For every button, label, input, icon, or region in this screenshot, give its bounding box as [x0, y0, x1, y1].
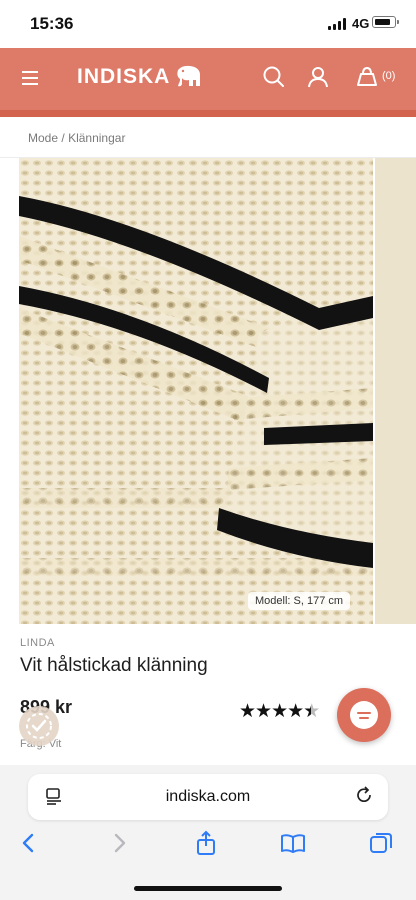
account-icon[interactable]: [305, 64, 331, 90]
header-divider: [0, 110, 416, 117]
product-image[interactable]: [19, 158, 373, 624]
product-name: Vit hålstickad klänning: [20, 655, 208, 676]
cart-icon[interactable]: [354, 64, 380, 90]
search-icon[interactable]: [261, 64, 287, 90]
star-icon: ★: [271, 701, 288, 722]
rating-stars[interactable]: ★★★★★: [239, 700, 320, 723]
breadcrumb: Mode / Klänningar: [28, 131, 125, 145]
star-icon: ★: [287, 701, 304, 722]
sustainability-badge-icon[interactable]: [19, 706, 59, 746]
star-icon: ★: [239, 701, 256, 722]
next-image-preview[interactable]: [375, 158, 416, 624]
cart-count[interactable]: (0): [382, 70, 395, 82]
model-info-badge: Modell: S, 177 cm: [248, 592, 351, 610]
bookmarks-icon[interactable]: [280, 830, 306, 856]
breadcrumb-link-mode[interactable]: Mode: [28, 131, 58, 145]
tabs-icon[interactable]: [368, 830, 394, 856]
site-logo[interactable]: INDISKA: [77, 65, 170, 89]
signal-icon: [328, 18, 346, 30]
breadcrumb-link-klanningar[interactable]: Klänningar: [68, 131, 125, 145]
status-time: 15:36: [30, 14, 74, 33]
half-star-icon: ★: [303, 701, 320, 722]
menu-icon[interactable]: [22, 70, 40, 86]
share-icon[interactable]: [193, 830, 219, 856]
chat-button[interactable]: [337, 688, 391, 742]
knit-fabric-illustration: [19, 158, 373, 624]
network-label: 4G: [352, 16, 370, 31]
breadcrumb-separator: /: [61, 131, 65, 145]
reload-icon[interactable]: [355, 786, 375, 806]
chat-icon: [350, 701, 378, 729]
elephant-logo-icon[interactable]: [172, 64, 204, 88]
forward-icon[interactable]: [106, 830, 132, 856]
battery-icon: [372, 16, 399, 28]
back-icon[interactable]: [16, 830, 42, 856]
star-icon: ★: [255, 701, 272, 722]
home-indicator: [134, 886, 282, 891]
product-brand: LINDA: [20, 637, 55, 649]
url-text[interactable]: indiska.com: [0, 788, 416, 806]
